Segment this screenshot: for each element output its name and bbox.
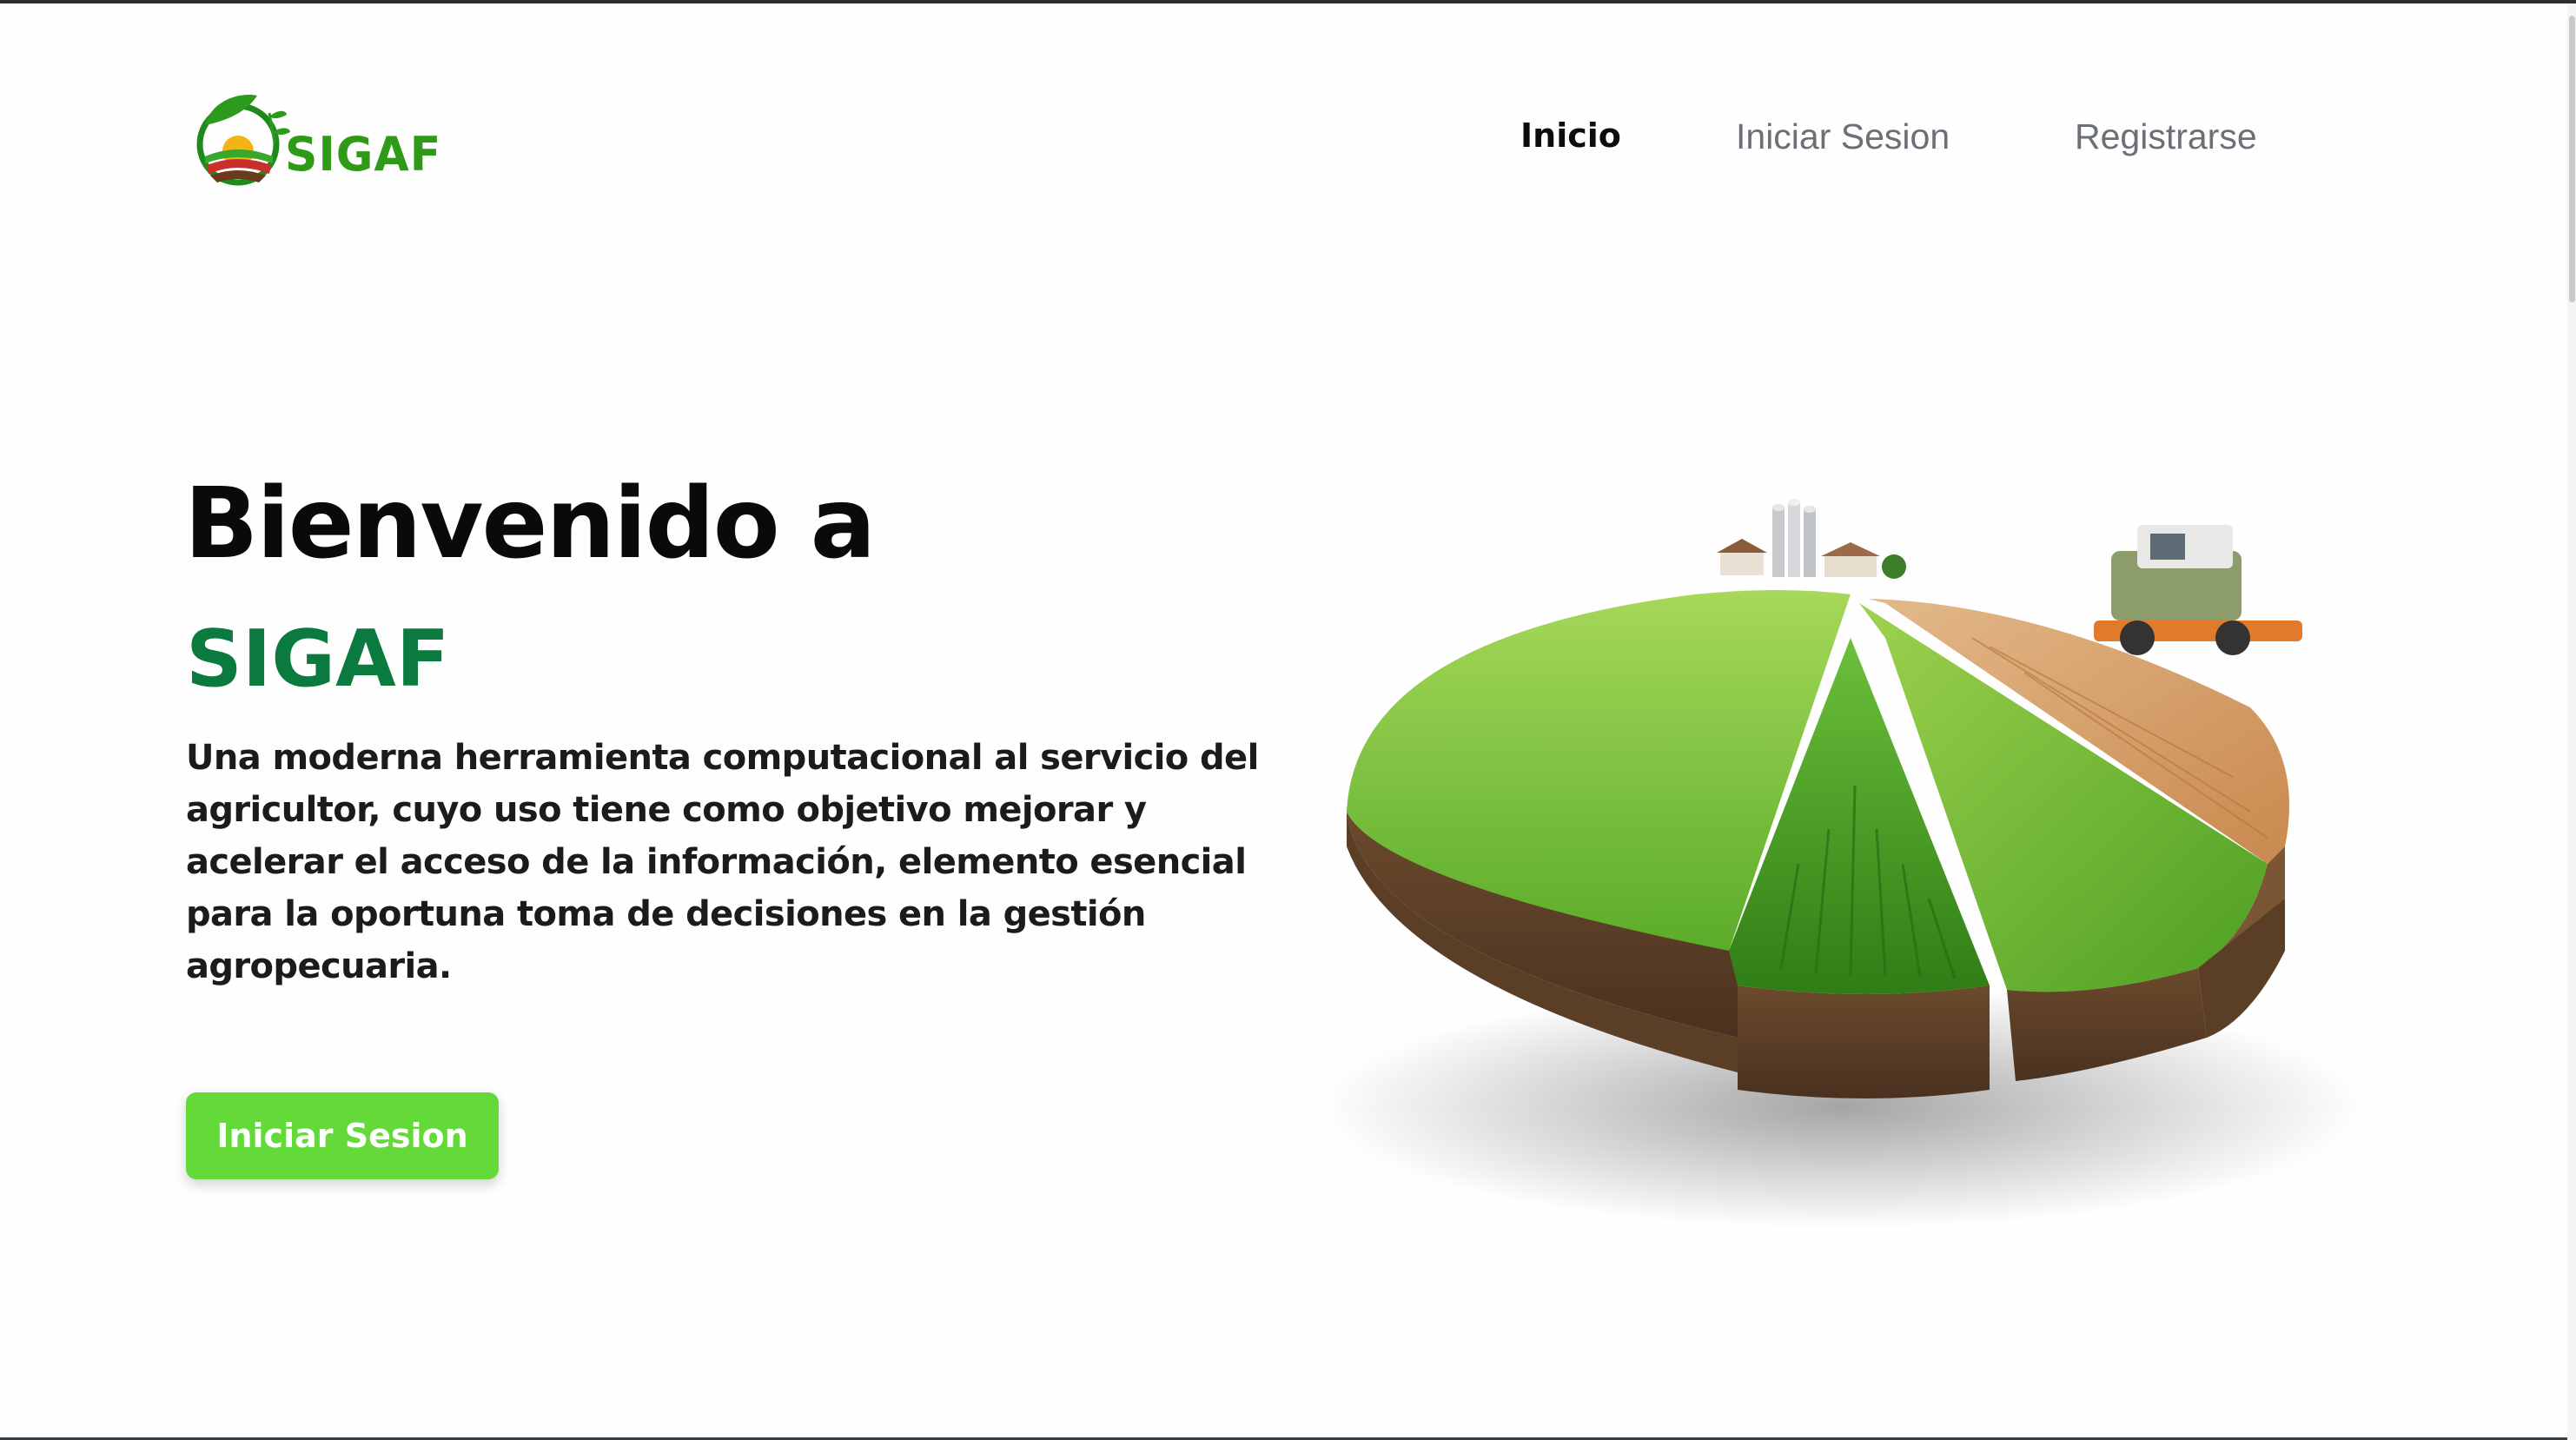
landing-page: SIGAF Inicio Iniciar Sesion Registrarse … — [0, 0, 2576, 1440]
scrollbar-thumb[interactable] — [2569, 16, 2575, 302]
page-scrollbar[interactable] — [2567, 3, 2576, 1440]
nav-iniciar-sesion[interactable]: Iniciar Sesion — [1736, 116, 1950, 157]
nav-registrarse[interactable]: Registrarse — [2075, 116, 2257, 157]
farm-buildings-icon — [1717, 499, 1906, 579]
iniciar-sesion-button[interactable]: Iniciar Sesion — [186, 1092, 499, 1179]
logo-text: SIGAF — [285, 127, 442, 182]
pie-chart-farmland-illustration — [1329, 499, 2363, 1229]
hero-description: Una moderna herramienta computacional al… — [186, 738, 1259, 986]
nav-inicio[interactable]: Inicio — [1520, 116, 1621, 155]
hero-brand: SIGAF — [186, 614, 450, 705]
leaf-sun-field-logo-icon — [196, 95, 290, 186]
harvester-icon — [2094, 525, 2302, 655]
sigaf-logo[interactable]: SIGAF — [196, 90, 440, 195]
hero-title: Bienvenido a — [184, 468, 876, 581]
